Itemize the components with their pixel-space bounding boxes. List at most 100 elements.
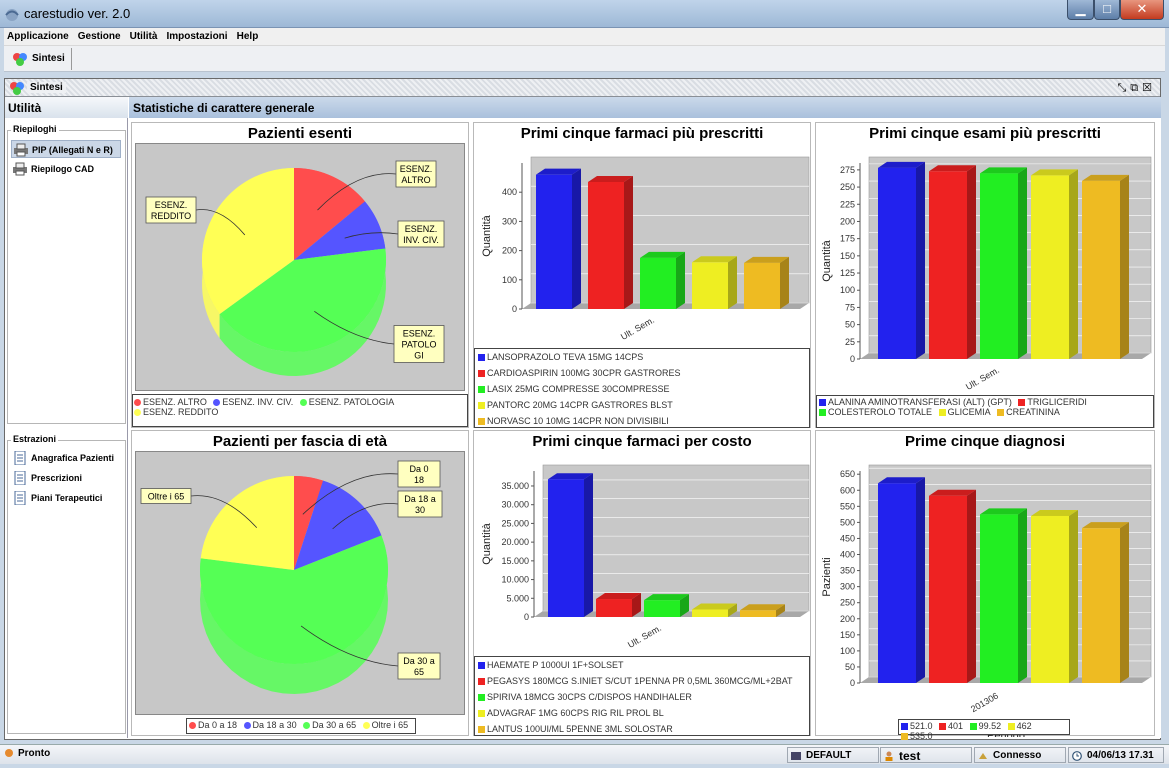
- legend-item: 535.0: [901, 731, 933, 741]
- legend-item: CREATININA: [997, 407, 1060, 417]
- document-icon: [14, 471, 26, 485]
- bar: [692, 609, 728, 617]
- toolbar: Sintesi: [4, 46, 1165, 72]
- printer-icon: [13, 162, 27, 176]
- menu-gestione[interactable]: Gestione: [75, 28, 124, 42]
- internal-frame-titlebar[interactable]: Sintesi ⤡⧉☒: [5, 79, 1160, 97]
- y-axis-label: Pazienti: [821, 557, 833, 596]
- sintesi-toolbar-button[interactable]: Sintesi: [8, 48, 72, 70]
- bar-side: [1120, 522, 1129, 683]
- legend-label: Da 18 a 30: [252, 720, 297, 730]
- bar: [548, 479, 584, 617]
- y-axis-label: Quantità: [481, 214, 493, 256]
- legend-item: 521.0: [901, 721, 933, 731]
- bar: [929, 171, 967, 359]
- y-tick-label: 200: [840, 216, 855, 226]
- bar: [1031, 515, 1069, 683]
- callout-label: ALTRO: [401, 175, 430, 185]
- sidebar-item-anagrafica[interactable]: Anagrafica Pazienti: [11, 449, 121, 467]
- window-titlebar[interactable]: carestudio ver. 2.0 ▁ □ ✕: [0, 0, 1169, 28]
- sidebar-header: Utilità: [5, 97, 128, 118]
- legend-swatch: [997, 409, 1005, 417]
- y-tick-label: 125: [840, 268, 855, 278]
- legend-dot: [213, 399, 221, 407]
- pie-chart-fascia-eta: Da 0 18 Da 18 a30 Da 30 a65 Oltre i 65: [140, 460, 443, 694]
- y-axis-label: Quantità: [481, 522, 493, 564]
- bar: [980, 514, 1018, 683]
- close-button[interactable]: ✕: [1120, 0, 1164, 20]
- status-datetime: 04/06/13 17.31: [1068, 747, 1164, 763]
- internal-frame-controls[interactable]: ⤡⧉☒: [1117, 81, 1156, 95]
- user-icon: [885, 751, 893, 761]
- sidebar-item-piani-terapeutici[interactable]: Piani Terapeutici: [11, 489, 121, 507]
- bar: [640, 257, 676, 309]
- bar: [536, 174, 572, 309]
- chart-legend: ALANINA AMINOTRANSFERASI (ALT) (GPT) TRI…: [816, 395, 1154, 428]
- sintesi-label: Sintesi: [32, 53, 65, 64]
- bar-chart-farmaci-costo: 0 5.000 10.000 15.000 20.000 25.000 30.000 35.0…: [481, 464, 810, 670]
- legend-swatch: [969, 723, 977, 731]
- sidebar-item-riepilogo-cad[interactable]: Riepilogo CAD: [11, 160, 121, 178]
- y-tick-label: 5.000: [506, 593, 529, 603]
- pie-slice: [200, 476, 294, 570]
- callout-label: PATOLO: [401, 340, 436, 350]
- sidebar-item-prescrizioni[interactable]: Prescrizioni: [11, 469, 121, 487]
- bar-side: [780, 256, 789, 309]
- menu-utilita[interactable]: Utilità: [127, 28, 161, 42]
- legend-swatch: [478, 370, 485, 378]
- bar-side: [967, 489, 976, 683]
- bar-chart-diagnosi: 0 50 100 150 200 250 300 350 400 450 500 550 600 650 2…: [821, 464, 1152, 737]
- internal-frame-title: Sintesi: [27, 82, 66, 93]
- legend-dot: [134, 409, 141, 417]
- legend-dot: [189, 722, 196, 730]
- legend-label: TRIGLICERIDI: [1027, 397, 1087, 407]
- y-tick-label: 20.000: [501, 537, 529, 547]
- bar-side: [1069, 509, 1078, 683]
- legend-item: ESENZ. REDDITO: [134, 407, 218, 417]
- x-tick-label: Ult. Sem.: [619, 315, 656, 342]
- pie-plot-area: Da 0 18 Da 18 a 30 Da 30 a 65 Oltre i 65: [135, 451, 465, 715]
- document-icon: [14, 451, 26, 465]
- bar: [744, 262, 780, 309]
- legend-dot: [243, 722, 251, 730]
- bar-side: [584, 473, 593, 617]
- bar: [878, 483, 916, 683]
- sidebar-item-label: Anagrafica Pazienti: [31, 453, 115, 463]
- sintesi-icon: [13, 53, 27, 66]
- status-user: test: [880, 747, 972, 763]
- menu-impostazioni[interactable]: Impostazioni: [163, 28, 230, 42]
- legend-label: 521.0: [910, 721, 933, 731]
- minimize-button[interactable]: ▁: [1067, 0, 1094, 20]
- legend-label: Da 0 a 18: [198, 720, 238, 730]
- bar: [596, 599, 632, 617]
- y-tick-label: 300: [502, 216, 517, 226]
- pie-chart-pazienti-esenti: ESENZ.ALTROESENZ.INV. CIV.ESENZ.PATOLOGI…: [145, 160, 445, 376]
- y-tick-label: 0: [850, 678, 855, 688]
- bar: [878, 167, 916, 359]
- legend-item: ALANINA AMINOTRANSFERASI (ALT) (GPT): [819, 397, 1012, 407]
- menu-help[interactable]: Help: [234, 28, 262, 42]
- maximize-button[interactable]: □: [1094, 0, 1120, 20]
- legend-item: NORVASC 10 10MG 14CPR NON DIVISIBILI: [475, 413, 809, 429]
- legend-swatch: [938, 409, 946, 417]
- legend-label: LANTUS 100UI/ML 5PENNE 3ML SOLOSTAR: [487, 724, 673, 734]
- sidebar-item-pip[interactable]: PIP (Allegati N e R): [11, 140, 121, 158]
- bar: [644, 600, 680, 617]
- legend-item: LASIX 25MG COMPRESSE 30COMPRESSE: [475, 381, 809, 397]
- callout-label: 18: [414, 475, 424, 485]
- legend-swatch: [478, 662, 485, 670]
- database-icon: [791, 752, 801, 760]
- legend-swatch: [939, 723, 947, 731]
- status-bar: Pronto DEFAULT test Connesso 04/06/13 17…: [0, 744, 1169, 764]
- chart-panel-pazienti-esenti: Pazienti esenti ESENZ. ALTRO ESENZ. INV. CI…: [131, 122, 469, 428]
- callout-label: ESENZ.: [155, 200, 188, 210]
- chart-panel-esami-prescritti: Primi cinque esami più prescritti 0 25 50 7…: [815, 122, 1155, 428]
- menu-applicazione[interactable]: Applicazione: [4, 28, 72, 42]
- bar-side: [624, 175, 633, 309]
- legend-label: Oltre i 65: [371, 720, 409, 730]
- x-tick-label: Ult. Sem.: [626, 623, 663, 650]
- chart-panel-farmaci-costo: Primi cinque farmaci per costo 0 5.000 10.…: [473, 430, 811, 736]
- legend-label: ESENZ. REDDITO: [143, 407, 219, 417]
- sidebar-item-label: Piani Terapeutici: [31, 493, 103, 503]
- legend-label: PANTORC 20MG 14CPR GASTRORES BLST: [487, 400, 673, 410]
